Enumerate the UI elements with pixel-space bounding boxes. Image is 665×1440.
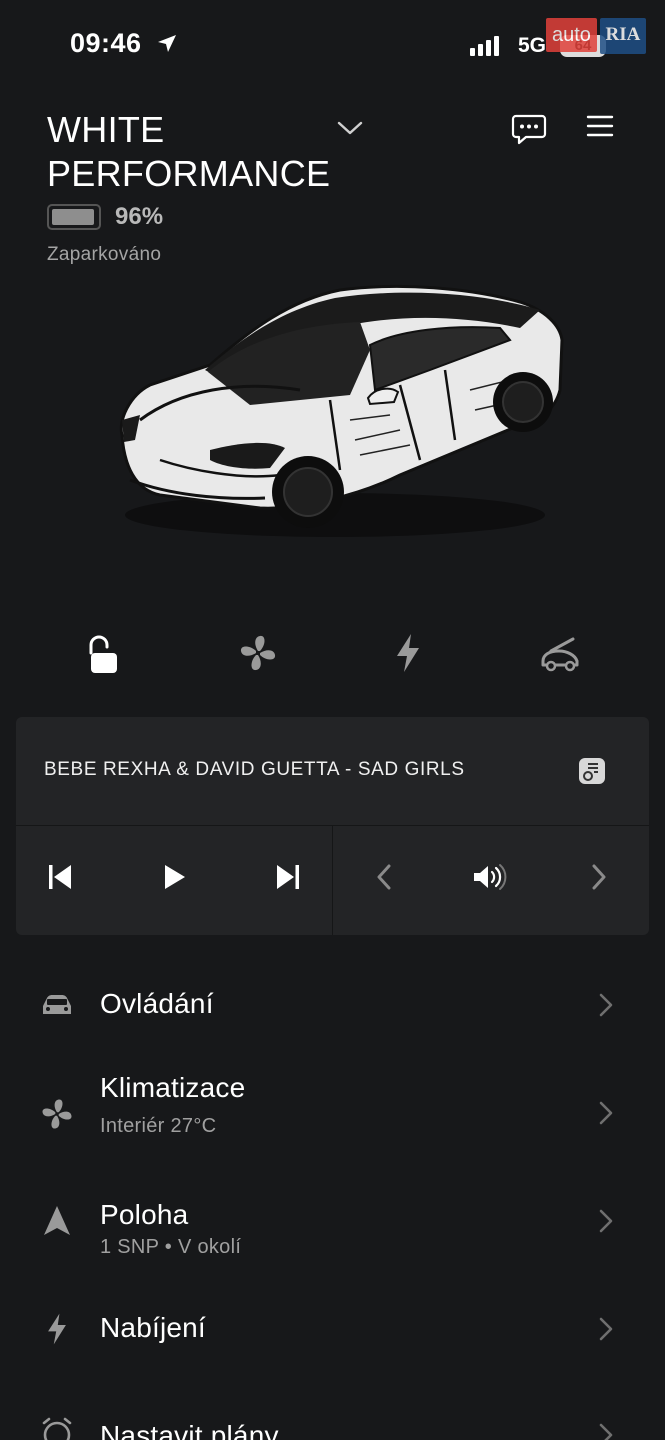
status-time: 09:46	[70, 28, 142, 58]
menu-item-climate[interactable]: Klimatizace Interiér 27°C	[0, 1065, 665, 1160]
watermark-logo: auto RIA	[546, 18, 646, 54]
source-prev-button[interactable]	[364, 857, 404, 897]
menu-item-location[interactable]: Poloha 1 SNP • V okolí	[0, 1192, 665, 1287]
menu-item-title: Nabíjení	[100, 1312, 206, 1343]
watermark-auto: auto	[546, 18, 597, 52]
menu-item-subtitle: Interiér 27°C	[100, 1115, 217, 1137]
menu-item-charging[interactable]: Nabíjení	[0, 1300, 665, 1372]
chevron-right-icon	[592, 864, 606, 890]
unlock-icon	[89, 635, 117, 673]
next-track-button[interactable]	[268, 857, 308, 897]
media-source-icon[interactable]	[576, 755, 608, 787]
volume-icon	[474, 864, 507, 890]
menu-item-title: Ovládání	[100, 988, 214, 1019]
frunk-button[interactable]	[534, 628, 584, 678]
play-icon	[165, 865, 185, 889]
charge-button[interactable]	[383, 628, 433, 678]
chevron-right-icon	[599, 993, 613, 1017]
navigation-arrow-icon	[44, 1206, 70, 1235]
chevron-left-icon	[377, 864, 391, 890]
menu-item-schedule[interactable]: Nastavit plány	[0, 1408, 665, 1440]
chevron-right-icon	[599, 1317, 613, 1341]
battery-level-fill	[52, 209, 95, 225]
previous-track-button[interactable]	[40, 857, 80, 897]
source-next-button[interactable]	[579, 857, 619, 897]
car-icon	[43, 995, 71, 1014]
location-arrow-icon	[158, 35, 176, 52]
unlock-button[interactable]	[78, 628, 128, 678]
menu-item-title: Poloha	[100, 1199, 189, 1230]
car-battery-icon	[47, 204, 101, 230]
fan-icon	[240, 635, 276, 671]
menu-item-subtitle: 1 SNP • V okolí	[100, 1236, 242, 1258]
network-label: 5G	[518, 34, 547, 57]
menu-icon[interactable]	[586, 114, 614, 138]
media-track-title[interactable]: BEBE REXHA & DAVID GUETTA - SAD GIRLS	[44, 759, 465, 781]
next-track-icon	[277, 865, 299, 889]
chevron-right-icon	[599, 1101, 613, 1125]
car-status: Zaparkováno	[47, 244, 162, 265]
car-name[interactable]: WHITE PERFORMANCE	[47, 108, 347, 196]
bolt-icon	[48, 1313, 66, 1345]
alarm-clock-icon	[42, 1417, 72, 1440]
menu-item-controls[interactable]: Ovládání	[0, 970, 665, 1042]
bolt-icon	[397, 634, 419, 672]
media-divider	[332, 826, 333, 935]
message-icon[interactable]	[510, 112, 548, 146]
chevron-down-icon[interactable]	[336, 114, 364, 142]
menu-item-title: Nastavit plány	[100, 1420, 279, 1440]
battery-percent: 96%	[115, 203, 164, 230]
volume-button[interactable]	[469, 857, 509, 897]
play-button[interactable]	[154, 857, 194, 897]
frunk-icon	[541, 637, 579, 672]
signal-icon	[470, 36, 499, 56]
media-card: BEBE REXHA & DAVID GUETTA - SAD GIRLS	[16, 717, 649, 935]
car-image	[119, 284, 564, 537]
chevron-right-icon	[599, 1423, 613, 1440]
chevron-right-icon	[599, 1209, 613, 1233]
previous-track-icon	[49, 865, 71, 889]
fan-icon	[42, 1099, 72, 1129]
watermark-ria: RIA	[599, 18, 646, 54]
menu-item-title: Klimatizace	[100, 1072, 246, 1103]
climate-button[interactable]	[233, 628, 283, 678]
